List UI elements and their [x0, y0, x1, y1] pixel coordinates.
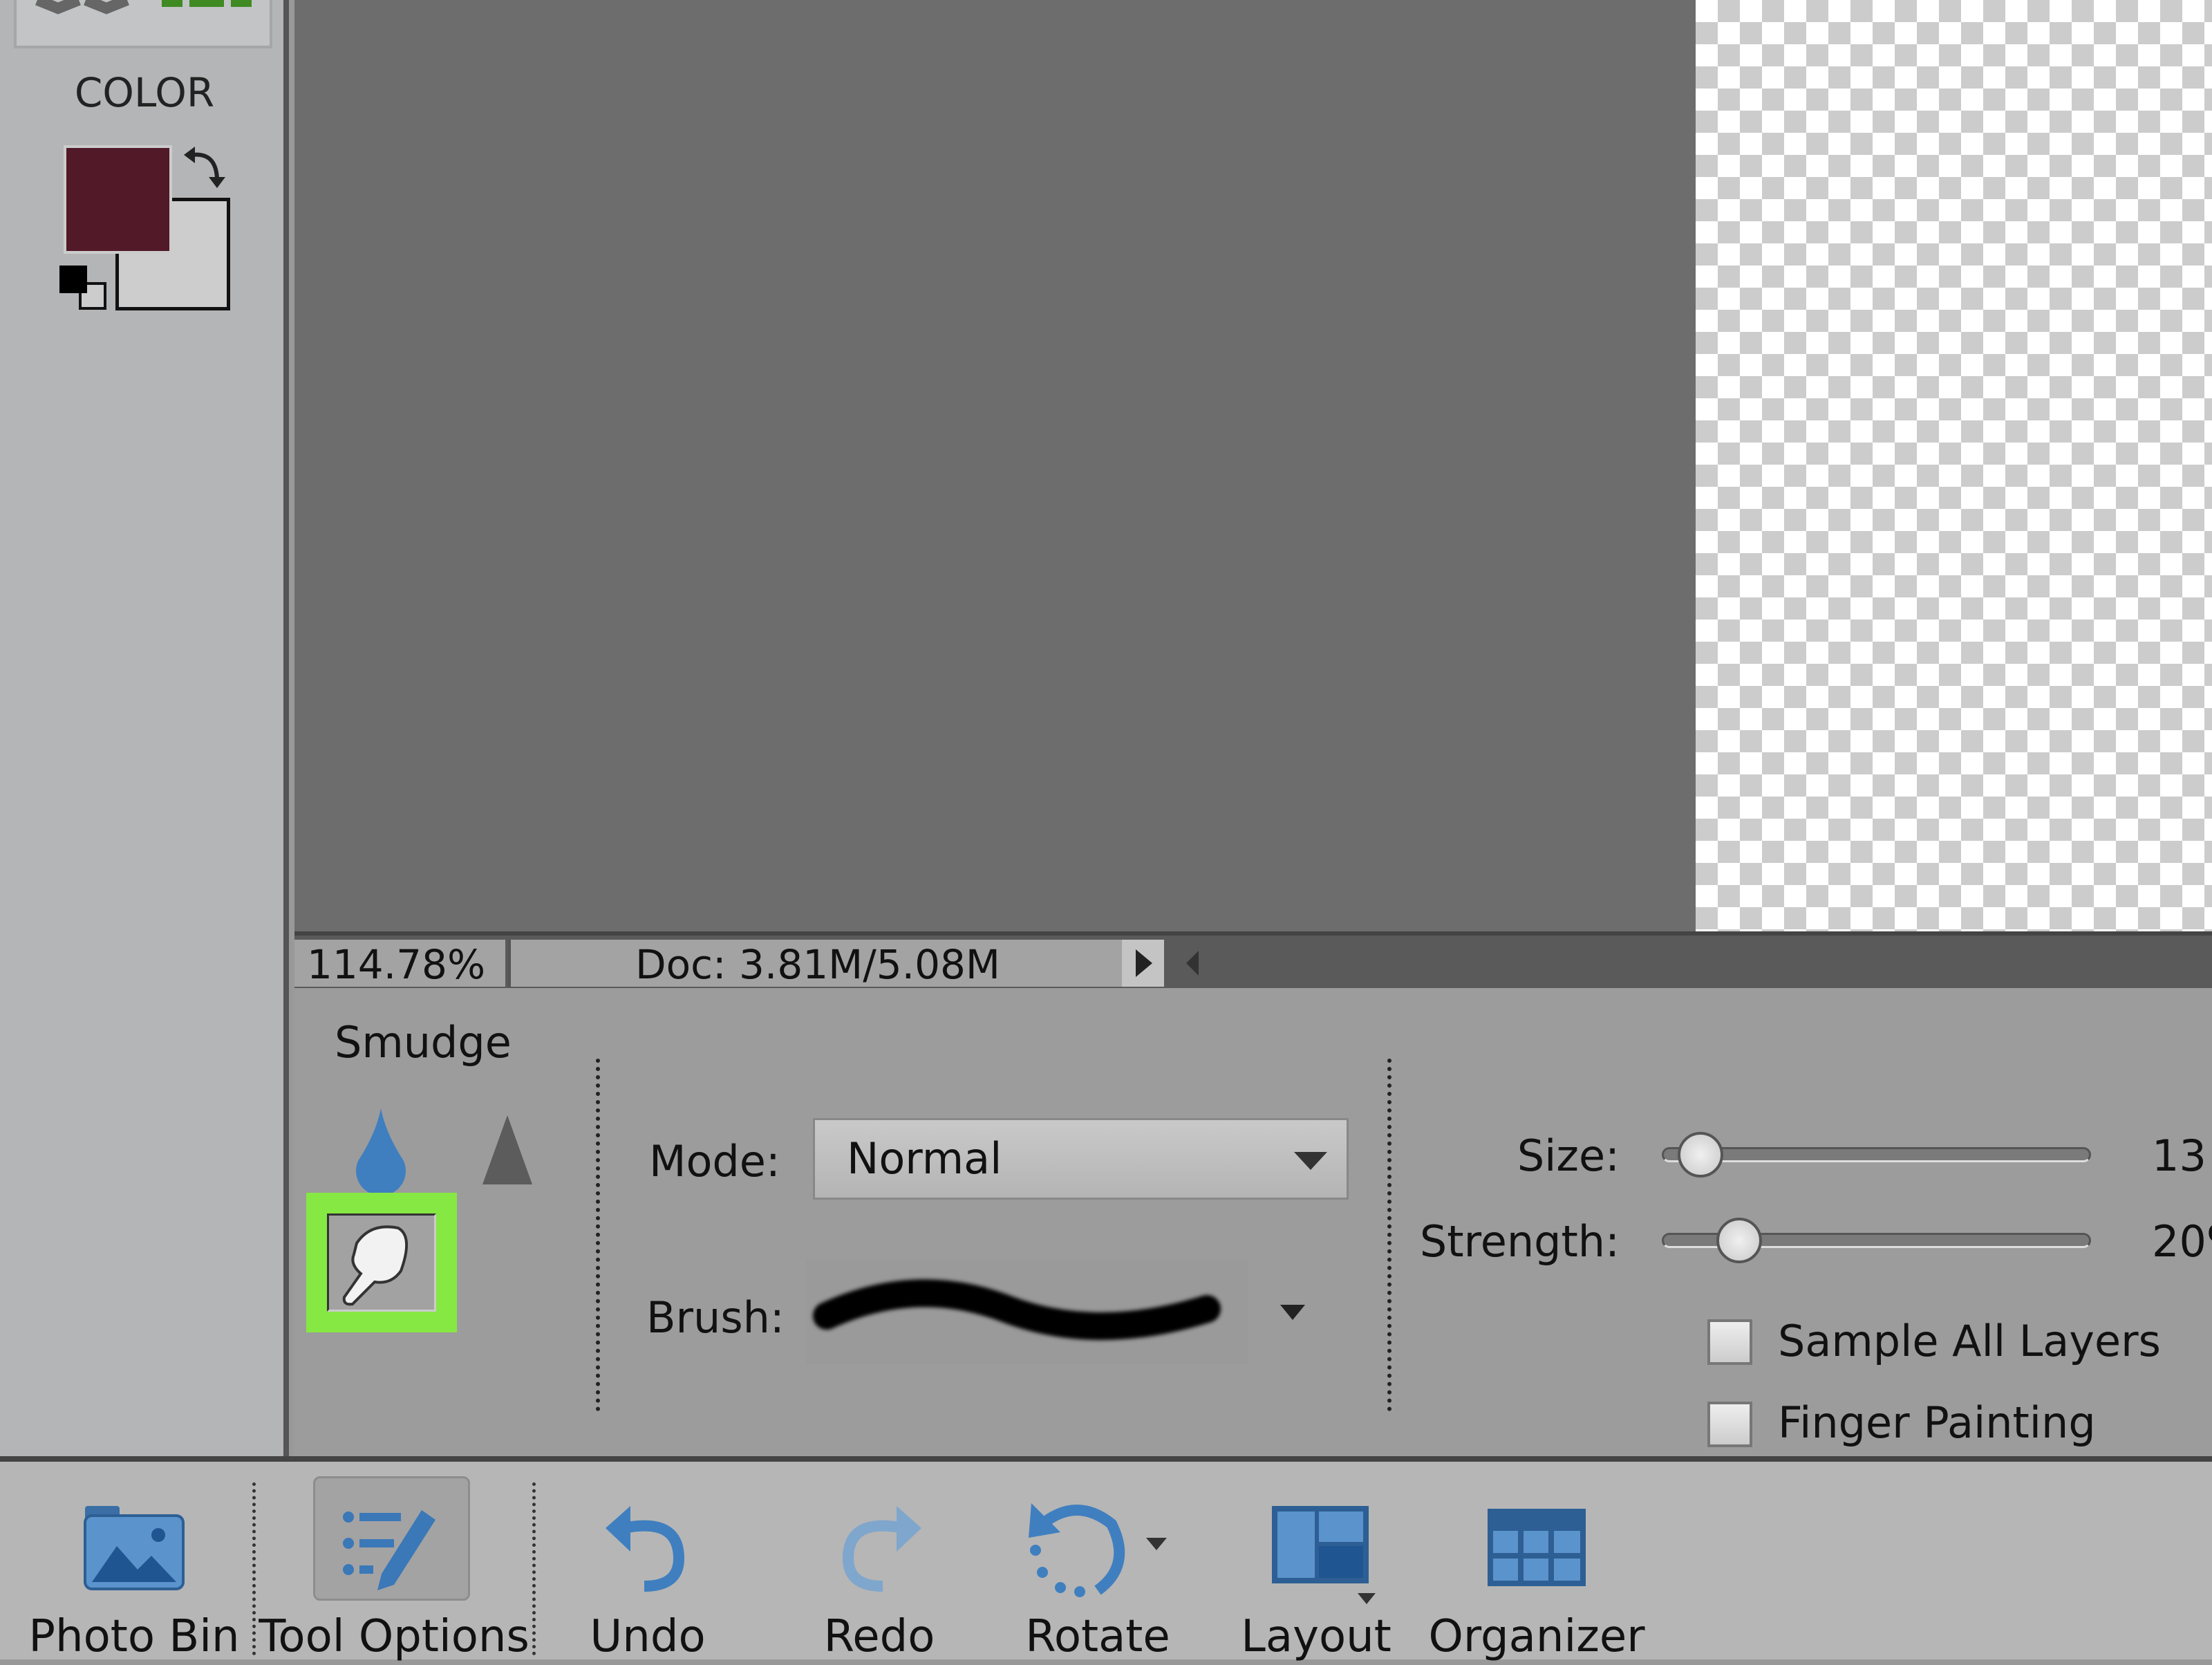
layout-label: Layout [1241, 1611, 1391, 1662]
layout-icon [1272, 1506, 1376, 1604]
smudge-finger-icon [342, 1225, 409, 1306]
finger-painting-checkbox[interactable] [1707, 1402, 1752, 1447]
brush-picker-arrow-icon[interactable] [1279, 1303, 1306, 1321]
move-arrows-icon [35, 0, 252, 15]
scroll-left-button[interactable] [1176, 940, 1210, 987]
transparent-image-canvas[interactable] [1696, 0, 2212, 931]
status-bar: 114.78% Doc: 3.81M/5.08M [294, 931, 2212, 988]
zoom-level-field[interactable]: 114.78% [294, 940, 505, 987]
organizer-icon [1488, 1509, 1586, 1586]
sample-all-layers-checkbox[interactable] [1707, 1319, 1752, 1365]
size-label: Size: [1517, 1131, 1620, 1181]
tool-group-box[interactable] [14, 0, 272, 48]
swap-colors-icon[interactable] [181, 145, 229, 194]
tool-options-icon [343, 1510, 435, 1590]
sharpen-triangle-icon[interactable] [480, 1113, 535, 1189]
finger-painting-label[interactable]: Finger Painting [1778, 1397, 2096, 1448]
strength-slider-thumb[interactable] [1716, 1218, 1762, 1263]
left-arrow-icon [1186, 951, 1199, 976]
play-arrow-icon [1135, 949, 1152, 977]
undo-icon [606, 1506, 685, 1592]
tool-options-button[interactable]: Tool Options [259, 1462, 529, 1665]
undo-label: Undo [590, 1611, 706, 1662]
mode-value: Normal [847, 1133, 1002, 1184]
brush-preview[interactable] [806, 1261, 1248, 1364]
rotate-button[interactable]: Rotate [1015, 1462, 1181, 1665]
tool-options-panel: Smudge Mode: Normal Brush: Size: 13 Stre… [294, 988, 2212, 1456]
blur-drop-icon[interactable] [351, 1106, 411, 1196]
default-colors-button[interactable] [59, 266, 87, 293]
rotate-label: Rotate [1025, 1611, 1170, 1662]
size-value[interactable]: 13 [2152, 1131, 2206, 1181]
layout-button[interactable]: Layout [1241, 1462, 1391, 1665]
toolbox-sidebar: COLOR [0, 0, 289, 1456]
organizer-label: Organizer [1428, 1611, 1645, 1662]
mode-label: Mode: [649, 1136, 780, 1187]
photo-bin-label: Photo Bin [28, 1611, 240, 1662]
size-slider[interactable] [1662, 1147, 2091, 1162]
organizer-button[interactable]: Organizer [1428, 1462, 1645, 1665]
bottom-taskbar: Photo Bin Tool Options Undo Redo Rotate … [0, 1456, 2212, 1662]
photo-bin-icon [84, 1506, 185, 1590]
redo-button[interactable]: Redo [810, 1462, 948, 1665]
rotate-icon [1029, 1503, 1167, 1597]
color-section-label: COLOR [74, 69, 215, 116]
size-slider-thumb[interactable] [1677, 1132, 1723, 1178]
sample-all-layers-label[interactable]: Sample All Layers [1778, 1316, 2161, 1366]
tool-name: Smudge [335, 1017, 512, 1068]
photo-bin-button[interactable]: Photo Bin [28, 1462, 240, 1665]
strength-label: Strength: [1419, 1216, 1620, 1267]
mode-dropdown[interactable]: Normal [813, 1118, 1349, 1200]
redo-icon [842, 1506, 921, 1592]
foreground-color-swatch[interactable] [64, 145, 172, 254]
tool-options-label: Tool Options [259, 1611, 529, 1662]
strength-value[interactable]: 20% [2152, 1216, 2212, 1267]
status-menu-arrow-button[interactable] [1122, 940, 1164, 987]
brush-stroke-icon [813, 1279, 1221, 1340]
redo-label: Redo [823, 1611, 935, 1662]
undo-button[interactable]: Undo [579, 1462, 717, 1665]
brush-label: Brush: [646, 1292, 785, 1343]
doc-size-info: Doc: 3.81M/5.08M [508, 940, 1122, 987]
chevron-down-icon [1294, 1152, 1327, 1170]
smudge-tool-button[interactable] [327, 1213, 436, 1312]
